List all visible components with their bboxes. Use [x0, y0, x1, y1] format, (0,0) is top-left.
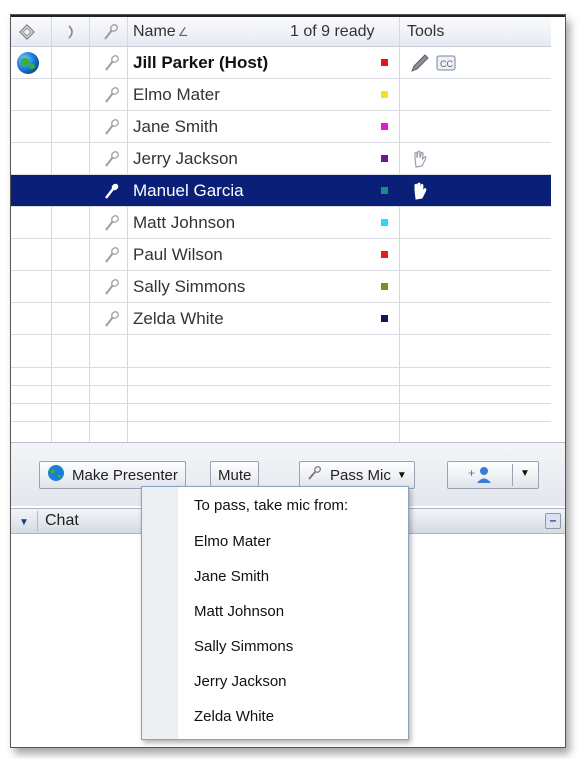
- microphone-icon[interactable]: [103, 214, 121, 232]
- participant-row[interactable]: Sally Simmons: [11, 271, 551, 303]
- pass-mic-menu: To pass, take mic from: Elmo Mater Jane S…: [141, 486, 409, 740]
- chat-title: Chat: [45, 512, 79, 529]
- microphone-icon[interactable]: [103, 246, 121, 264]
- chevron-down-icon: ▼: [396, 469, 407, 481]
- split-divider: [512, 464, 513, 486]
- add-user-button[interactable]: + ▼: [447, 461, 539, 489]
- svg-text:CC: CC: [440, 59, 453, 69]
- participant-name: Manuel Garcia: [133, 181, 244, 200]
- participant-row[interactable]: Jerry Jackson: [11, 143, 551, 175]
- participants-panel: Name ∠ 1 of 9 ready Tools Jill Parker (H…: [10, 14, 566, 748]
- participant-color-swatch: [381, 123, 388, 130]
- participant-name: Sally Simmons: [133, 277, 246, 296]
- microphone-icon[interactable]: [103, 310, 121, 328]
- svg-text:+: +: [468, 466, 475, 480]
- empty-row-line: [11, 403, 551, 404]
- participant-color-swatch: [381, 187, 388, 194]
- microphone-icon[interactable]: [103, 86, 121, 104]
- menu-gutter: [142, 487, 178, 739]
- participant-color-swatch: [381, 59, 388, 66]
- participant-row[interactable]: Paul Wilson: [11, 239, 551, 271]
- pencil-icon[interactable]: [409, 52, 431, 74]
- closed-caption-icon[interactable]: CC: [436, 52, 456, 74]
- name-column-header[interactable]: Name ∠: [133, 17, 188, 47]
- participant-row[interactable]: Zelda White: [11, 303, 551, 335]
- participant-row[interactable]: Jill Parker (Host) CC: [11, 47, 551, 79]
- status-column-icon[interactable]: [17, 22, 37, 42]
- participant-name: Zelda White: [133, 309, 224, 328]
- header-divider: [37, 511, 38, 531]
- participant-name: Jane Smith: [133, 117, 219, 136]
- microphone-icon[interactable]: [103, 278, 121, 296]
- menu-item[interactable]: Elmo Mater: [194, 533, 271, 550]
- participant-name: Elmo Mater: [133, 85, 220, 104]
- empty-row-line: [11, 367, 551, 368]
- microphone-icon: [307, 465, 323, 485]
- participant-row[interactable]: Matt Johnson: [11, 207, 551, 239]
- make-presenter-button[interactable]: Make Presenter: [39, 461, 186, 489]
- participant-name: Jerry Jackson: [133, 149, 238, 168]
- participant-color-swatch: [381, 219, 388, 226]
- participant-color-swatch: [381, 91, 388, 98]
- add-user-icon: +: [468, 465, 496, 489]
- pass-mic-button[interactable]: Pass Mic ▼: [299, 461, 415, 489]
- collapse-arrow-icon[interactable]: ▼: [17, 515, 31, 529]
- minimize-button[interactable]: –: [545, 513, 561, 529]
- menu-item[interactable]: Zelda White: [194, 708, 274, 725]
- participant-color-swatch: [381, 315, 388, 322]
- empty-row-line: [11, 385, 551, 386]
- hand-raised-icon[interactable]: [411, 180, 429, 202]
- active-microphone-icon[interactable]: [103, 182, 121, 200]
- participant-list-header: [11, 17, 551, 47]
- presenter-globe-icon: [17, 52, 39, 74]
- mute-label: Mute: [218, 466, 252, 484]
- participant-name: Matt Johnson: [133, 213, 236, 232]
- microphone-icon[interactable]: [103, 54, 121, 72]
- participant-name: Paul Wilson: [133, 245, 223, 264]
- menu-heading: To pass, take mic from:: [194, 497, 349, 514]
- participant-color-swatch: [381, 251, 388, 258]
- participant-list[interactable]: Name ∠ 1 of 9 ready Tools Jill Parker (H…: [11, 17, 551, 442]
- menu-item[interactable]: Jerry Jackson: [194, 673, 287, 690]
- make-presenter-label: Make Presenter: [72, 466, 178, 484]
- pass-mic-label: Pass Mic: [330, 466, 391, 484]
- mute-button[interactable]: Mute: [210, 461, 260, 489]
- microphone-column-icon[interactable]: [101, 22, 121, 42]
- sort-indicator-icon: ∠: [177, 25, 189, 39]
- participant-color-swatch: [381, 155, 388, 162]
- ready-status: 1 of 9 ready: [290, 23, 375, 40]
- globe-icon: [47, 464, 65, 486]
- participant-row[interactable]: Manuel Garcia: [11, 175, 551, 207]
- hand-outline-icon[interactable]: [411, 148, 429, 170]
- tools-column-header[interactable]: Tools: [407, 17, 444, 47]
- participant-row[interactable]: Jane Smith: [11, 111, 551, 143]
- raise-hand-column-icon[interactable]: [61, 22, 81, 42]
- menu-item[interactable]: Sally Simmons: [194, 638, 293, 655]
- menu-item[interactable]: Matt Johnson: [194, 603, 284, 620]
- microphone-icon[interactable]: [103, 150, 121, 168]
- chevron-down-icon[interactable]: ▼: [520, 468, 530, 479]
- microphone-icon[interactable]: [103, 118, 121, 136]
- name-column-label: Name: [133, 23, 176, 40]
- menu-item[interactable]: Jane Smith: [194, 568, 269, 585]
- participant-color-swatch: [381, 283, 388, 290]
- empty-row-line: [11, 421, 551, 422]
- participant-row[interactable]: Elmo Mater: [11, 79, 551, 111]
- participant-name: Jill Parker (Host): [133, 53, 269, 72]
